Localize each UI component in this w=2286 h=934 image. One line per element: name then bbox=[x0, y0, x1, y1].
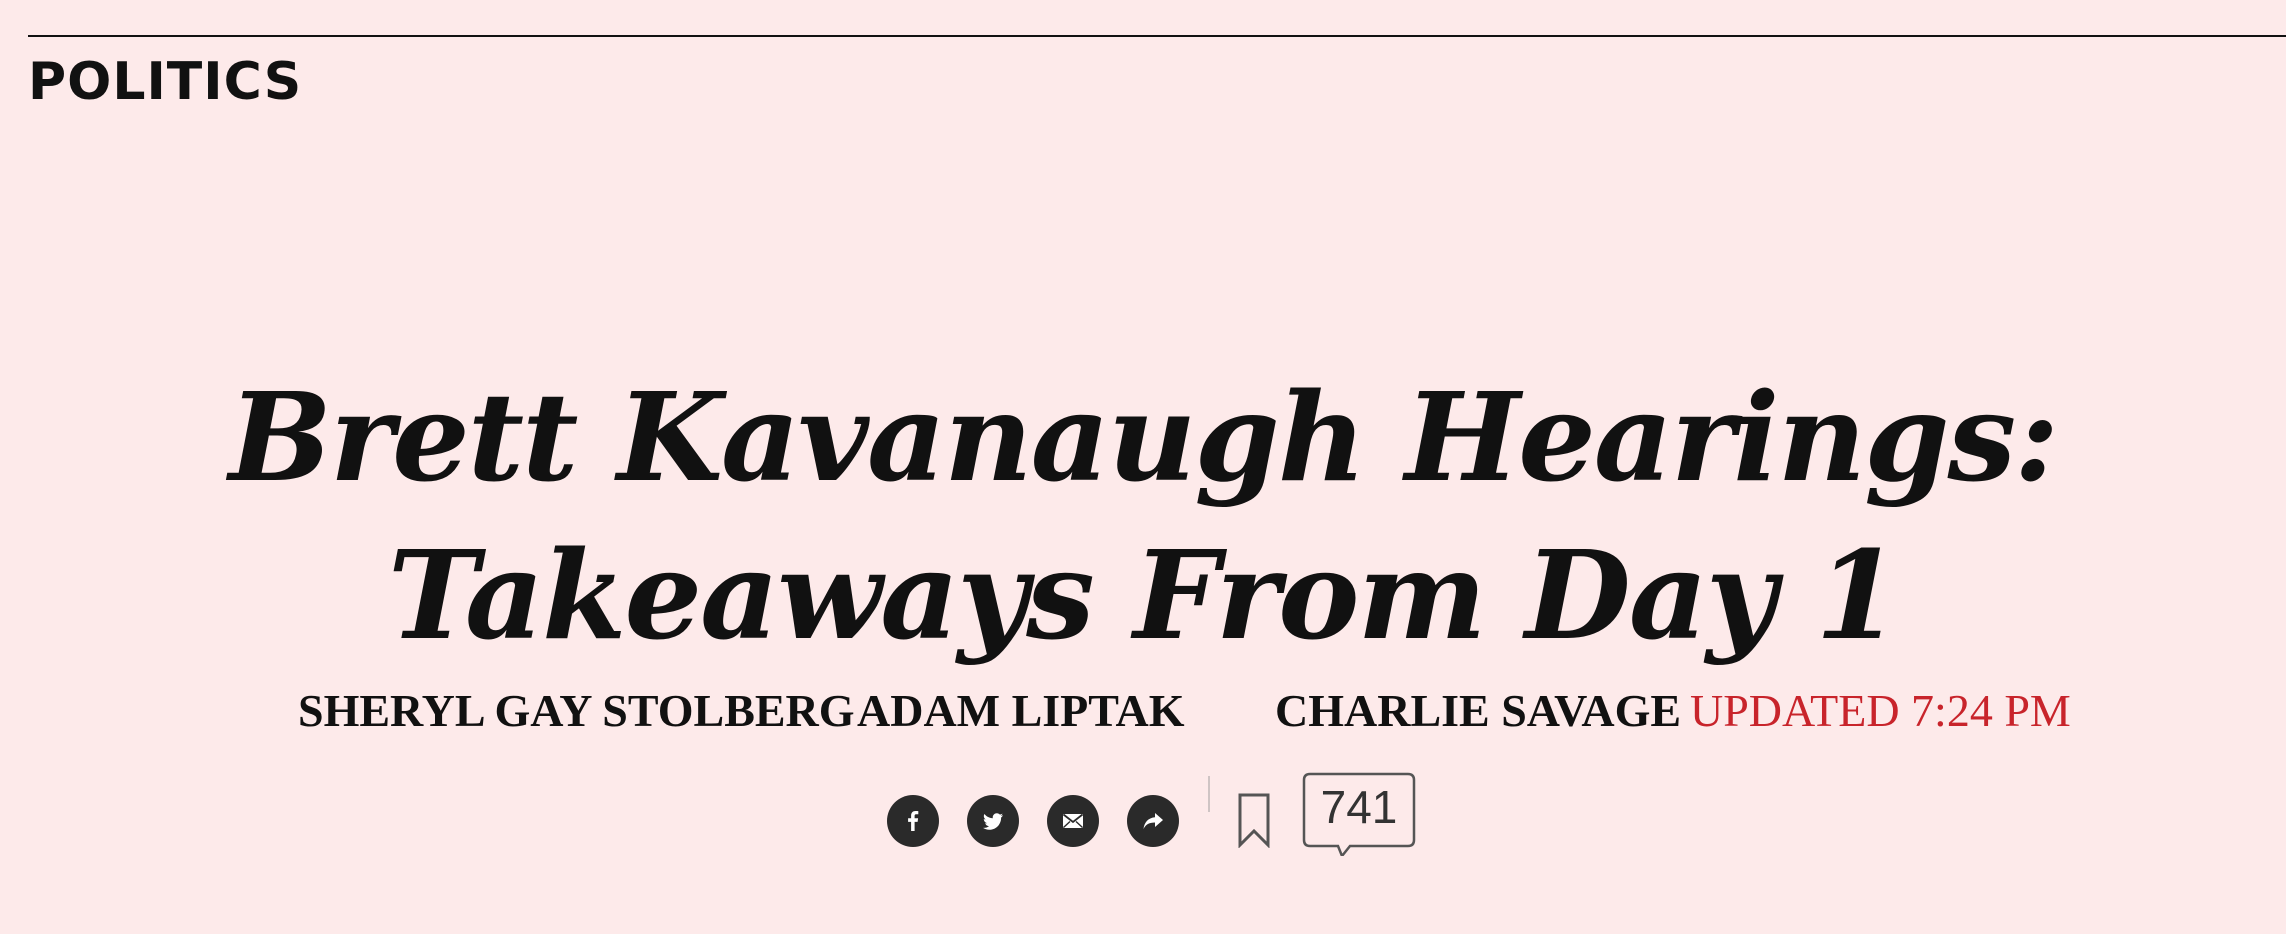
bookmark-icon[interactable] bbox=[1236, 792, 1272, 848]
facebook-share-button[interactable] bbox=[887, 795, 939, 847]
more-share-button[interactable] bbox=[1127, 795, 1179, 847]
share-arrow-icon bbox=[1143, 813, 1163, 829]
headline: Brett Kavanaugh Hearings: Takeaways From… bbox=[0, 358, 2286, 674]
headline-line-1: Brett Kavanaugh Hearings: bbox=[228, 365, 2059, 509]
author-link[interactable]: SHERYL GAY STOLBERG bbox=[298, 684, 855, 738]
author-link[interactable]: CHARLIE SAVAGE bbox=[1275, 684, 1681, 738]
comment-count: 741 bbox=[1320, 781, 1398, 833]
email-share-button[interactable] bbox=[1047, 795, 1099, 847]
email-icon bbox=[1062, 813, 1084, 829]
share-toolbar: 741 bbox=[0, 770, 2286, 870]
byline: SHERYL GAY STOLBERG ADAM LIPTAK CHARLIE … bbox=[0, 684, 2286, 738]
section-label[interactable]: POLITICS bbox=[28, 56, 302, 108]
comments-button[interactable]: 741 bbox=[1302, 772, 1416, 856]
toolbar-divider bbox=[1208, 776, 1210, 812]
twitter-icon bbox=[983, 813, 1003, 830]
facebook-icon bbox=[908, 811, 919, 831]
twitter-share-button[interactable] bbox=[967, 795, 1019, 847]
top-rule bbox=[28, 35, 2286, 37]
updated-timestamp: UPDATED 7:24 PM bbox=[1690, 685, 2071, 736]
author-link[interactable]: ADAM LIPTAK bbox=[857, 684, 1185, 738]
headline-line-2: Takeaways From Day 1 bbox=[387, 523, 1900, 667]
